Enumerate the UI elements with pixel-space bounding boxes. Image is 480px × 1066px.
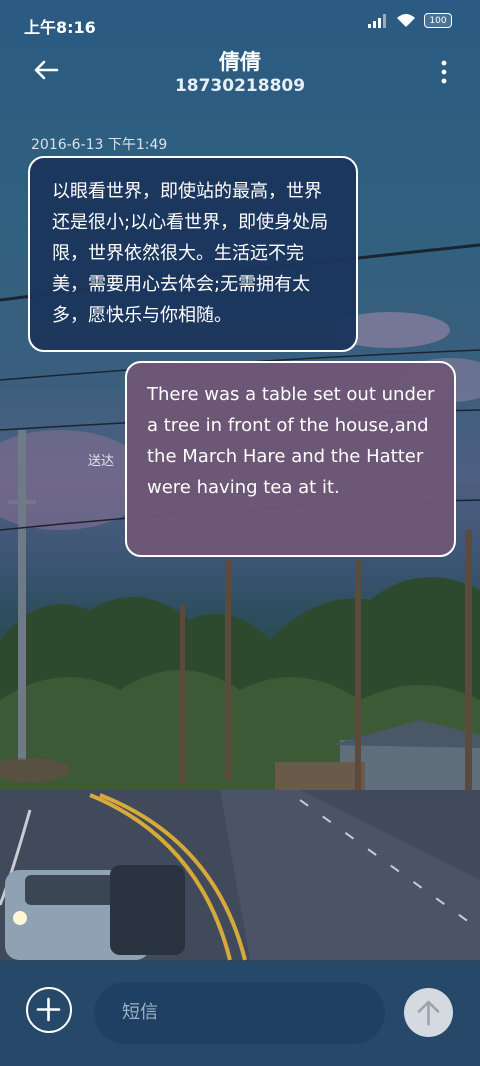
arrow-up-icon: [417, 1000, 440, 1026]
composer-bar: 短信: [0, 961, 480, 1066]
more-vertical-icon[interactable]: [440, 60, 448, 84]
battery-icon: 100: [424, 13, 452, 28]
delivery-status: 送达: [88, 454, 115, 469]
status-time: 上午8:16: [24, 18, 96, 37]
contact-name: 倩倩: [219, 50, 261, 74]
outgoing-message-bubble[interactable]: There was a table set out under a tree i…: [125, 361, 456, 557]
plus-icon: [36, 997, 61, 1022]
incoming-message-bubble[interactable]: 以眼看世界，即使站的最高，世界还是很小;以心看世界，即使身处局限，世界依然很大。…: [28, 156, 358, 352]
message-timestamp: 2016-6-13 下午1:49: [31, 137, 168, 153]
signal-icon: [368, 14, 386, 28]
add-attachment-button[interactable]: [26, 987, 72, 1033]
wifi-icon: [397, 14, 415, 27]
app-bar: 倩倩 18730218809: [0, 44, 480, 104]
screen: 上午8:16 100 倩倩 18730218809 2016-6-13 下午1:…: [0, 0, 480, 1066]
message-input[interactable]: 短信: [94, 982, 385, 1044]
send-button[interactable]: [404, 988, 453, 1037]
status-icons: 100: [368, 13, 452, 28]
status-bar: 上午8:16 100: [0, 0, 480, 46]
contact-number: 18730218809: [174, 76, 306, 96]
